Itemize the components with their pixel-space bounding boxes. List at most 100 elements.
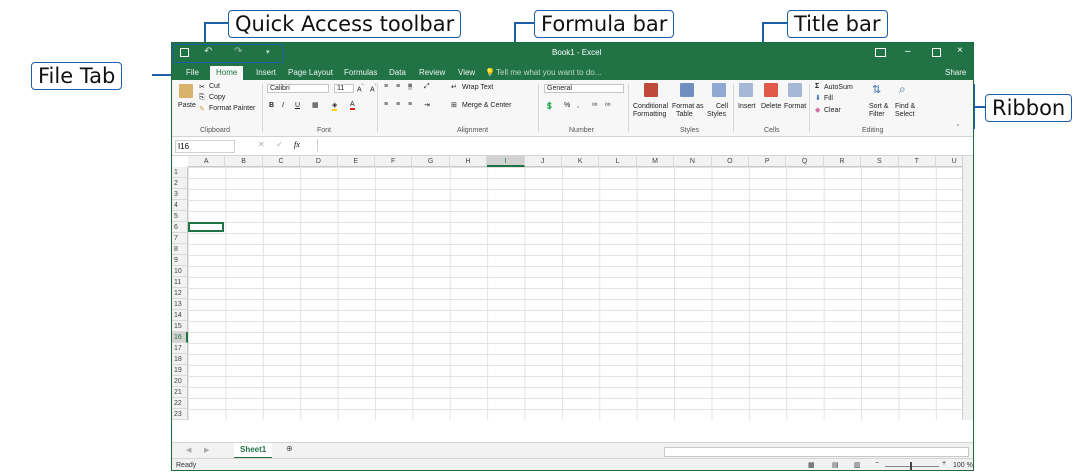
confirm-entry-icon[interactable]: ✓ (276, 140, 283, 149)
format-cells-icon[interactable] (788, 83, 802, 97)
zoom-out-icon[interactable]: − (875, 460, 879, 467)
row-header[interactable]: 19 (172, 365, 188, 376)
format-cells-button[interactable]: Format (784, 103, 806, 110)
row-header[interactable]: 1 (172, 167, 188, 178)
conditional-formatting-button[interactable]: Conditional (633, 103, 668, 110)
row-header[interactable]: 2 (172, 178, 188, 189)
number-format-select[interactable]: General (544, 84, 624, 93)
normal-view-icon[interactable]: ▦ (808, 461, 815, 469)
row-header[interactable]: 15 (172, 321, 188, 332)
fill-button[interactable]: Fill (824, 95, 833, 102)
format-as-table-icon[interactable] (680, 83, 694, 97)
tab-file[interactable]: File (186, 66, 199, 80)
name-box[interactable]: I16 (175, 140, 235, 153)
undo-icon[interactable]: ↶ (204, 46, 212, 57)
tab-insert[interactable]: Insert (256, 66, 276, 80)
scroll-sheets-left-icon[interactable]: ◀ (186, 446, 191, 454)
column-header[interactable]: I (487, 156, 525, 167)
row-header[interactable]: 16 (172, 332, 188, 343)
row-header[interactable]: 21 (172, 387, 188, 398)
customize-toolbar-icon[interactable]: ▾ (266, 48, 270, 56)
row-header[interactable]: 14 (172, 310, 188, 321)
conditional-formatting-button-line2[interactable]: Formatting (633, 111, 666, 118)
font-size-select[interactable]: 11 (334, 84, 354, 93)
share-button[interactable]: Share (945, 66, 966, 80)
row-header[interactable]: 5 (172, 211, 188, 222)
find-select-icon[interactable]: ⌕ (899, 82, 906, 97)
merge-center-icon[interactable]: ⊞ (451, 101, 457, 109)
column-header[interactable]: E (337, 156, 375, 167)
collapse-ribbon-icon[interactable]: ˆ (957, 125, 959, 132)
borders-icon[interactable]: ▦ (312, 101, 319, 109)
column-header[interactable]: L (599, 156, 637, 167)
increase-decimal-icon[interactable]: ⁰⁰ (592, 102, 598, 110)
left-align-icon[interactable]: ≡ (384, 101, 388, 108)
worksheet-grid[interactable]: A B C D E F G H I J K L M N O P Q R S T U 1 2 3 4 5 6 7 8 9 10 11 12 13 14… (172, 156, 973, 442)
column-header[interactable]: G (412, 156, 450, 167)
top-align-icon[interactable]: ≡ (384, 83, 388, 90)
format-as-table-button-line2[interactable]: Table (676, 111, 693, 118)
shrink-font-icon[interactable]: Aˇ (370, 84, 377, 93)
format-painter-button[interactable]: Format Painter (209, 105, 255, 112)
tab-review[interactable]: Review (419, 66, 445, 80)
active-cell[interactable] (188, 222, 225, 232)
delete-cells-button[interactable]: Delete (761, 103, 781, 110)
italic-button[interactable]: I (282, 102, 284, 109)
underline-button[interactable]: U (295, 102, 300, 109)
autosum-icon[interactable]: Σ (815, 83, 819, 90)
merge-center-button[interactable]: Merge & Center (462, 102, 511, 109)
tell-me-search[interactable]: Tell me what you want to do... (496, 66, 601, 80)
conditional-formatting-icon[interactable] (644, 83, 658, 97)
row-header[interactable]: 20 (172, 376, 188, 387)
column-header[interactable]: C (262, 156, 301, 167)
row-header[interactable]: 3 (172, 189, 188, 200)
column-header[interactable]: F (375, 156, 413, 167)
indent-icon[interactable]: ⇥ (424, 101, 430, 109)
vertical-scrollbar[interactable] (962, 156, 973, 420)
cut-icon[interactable]: ✂ (199, 83, 205, 91)
tab-data[interactable]: Data (389, 66, 406, 80)
column-header[interactable]: N (674, 156, 712, 167)
decrease-decimal-icon[interactable]: ⁰⁰ (605, 102, 611, 110)
cell-styles-button-line2[interactable]: Styles (707, 111, 726, 118)
row-header[interactable]: 18 (172, 354, 188, 365)
tab-view[interactable]: View (458, 66, 475, 80)
sort-filter-button[interactable]: Sort & (869, 103, 888, 110)
column-header[interactable]: J (524, 156, 562, 167)
column-header[interactable]: T (898, 156, 936, 167)
column-header[interactable]: S (861, 156, 899, 167)
close-icon[interactable]: × (957, 45, 963, 56)
column-header[interactable]: O (711, 156, 749, 167)
copy-icon[interactable]: ⎘ (199, 94, 205, 102)
row-header[interactable]: 10 (172, 266, 188, 277)
fill-color-icon[interactable]: ◈ (332, 101, 338, 111)
font-name-select[interactable]: Calibri (267, 84, 329, 93)
row-header[interactable]: 7 (172, 233, 188, 244)
row-header[interactable]: 4 (172, 200, 188, 211)
find-select-button-line2[interactable]: Select (895, 111, 914, 118)
insert-function-icon[interactable]: fx (294, 140, 300, 149)
page-break-preview-icon[interactable]: ▥ (854, 461, 861, 469)
column-header[interactable]: M (636, 156, 675, 167)
zoom-level[interactable]: 100 % (953, 462, 973, 469)
column-header[interactable]: Q (786, 156, 824, 167)
tab-home[interactable]: Home (210, 66, 244, 80)
row-header[interactable]: 22 (172, 398, 188, 409)
bold-button[interactable]: B (269, 102, 274, 109)
column-header[interactable]: A (188, 156, 226, 167)
tab-page-layout[interactable]: Page Layout (288, 66, 333, 80)
delete-cells-icon[interactable] (764, 83, 778, 97)
cut-button[interactable]: Cut (209, 83, 220, 90)
comma-style-button[interactable]: , (577, 102, 579, 109)
clear-button[interactable]: Clear (824, 107, 841, 114)
bottom-align-icon[interactable]: ≡ (408, 83, 413, 90)
formula-input[interactable] (317, 139, 963, 152)
sort-filter-button-line2[interactable]: Filter (869, 111, 885, 118)
row-header[interactable]: 9 (172, 255, 188, 266)
copy-button[interactable]: Copy (209, 94, 225, 101)
orientation-icon[interactable]: ⤢ (424, 83, 430, 91)
restore-icon[interactable] (932, 48, 941, 57)
row-header[interactable]: 6 (172, 222, 188, 233)
cell-styles-button[interactable]: Cell (716, 103, 728, 110)
ribbon-display-options-icon[interactable] (875, 48, 886, 57)
